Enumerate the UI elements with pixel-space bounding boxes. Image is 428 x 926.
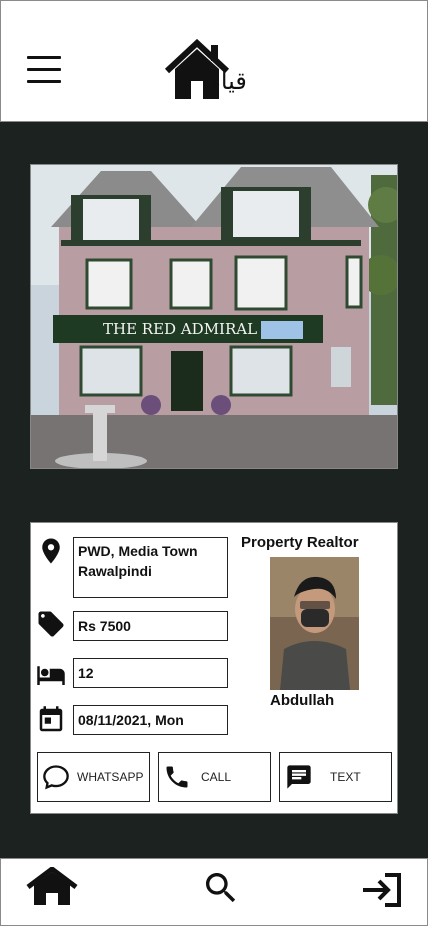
home-icon[interactable] bbox=[25, 867, 79, 907]
text-button[interactable]: TEXT bbox=[279, 752, 392, 802]
property-photo[interactable]: THE RED ADMIRAL bbox=[30, 164, 398, 469]
text-label: TEXT bbox=[330, 770, 361, 784]
call-label: CALL bbox=[201, 770, 232, 784]
location-pin-icon bbox=[42, 538, 60, 564]
whatsapp-label: WHATSAPP bbox=[77, 770, 144, 784]
logo-text: قيام bbox=[206, 67, 247, 95]
message-icon bbox=[287, 765, 311, 789]
phone-icon bbox=[166, 766, 188, 788]
price-field: Rs 7500 bbox=[73, 611, 228, 641]
realtor-avatar[interactable] bbox=[270, 557, 359, 690]
property-details-card: PWD, Media Town Rawalpindi Rs 7500 12 08… bbox=[30, 522, 398, 814]
calendar-icon bbox=[39, 706, 63, 732]
bed-icon bbox=[37, 666, 65, 685]
date-field: 08/11/2021, Mon bbox=[73, 705, 228, 735]
app-header: قيام bbox=[0, 0, 428, 122]
whatsapp-button[interactable]: WHATSAPP bbox=[37, 752, 150, 802]
bottom-navigation bbox=[0, 858, 428, 926]
realtor-title: Property Realtor bbox=[241, 534, 359, 551]
search-icon[interactable] bbox=[201, 868, 241, 908]
chat-bubble-icon bbox=[43, 765, 69, 790]
realtor-name: Abdullah bbox=[270, 692, 335, 709]
sign-text: THE RED ADMIRAL bbox=[103, 320, 257, 338]
price-tag-icon bbox=[38, 611, 64, 637]
address-field: PWD, Media Town Rawalpindi bbox=[73, 537, 228, 598]
hamburger-menu-icon[interactable] bbox=[27, 56, 65, 86]
rooms-field: 12 bbox=[73, 658, 228, 688]
call-button[interactable]: CALL bbox=[158, 752, 271, 802]
logout-icon[interactable] bbox=[361, 871, 403, 909]
